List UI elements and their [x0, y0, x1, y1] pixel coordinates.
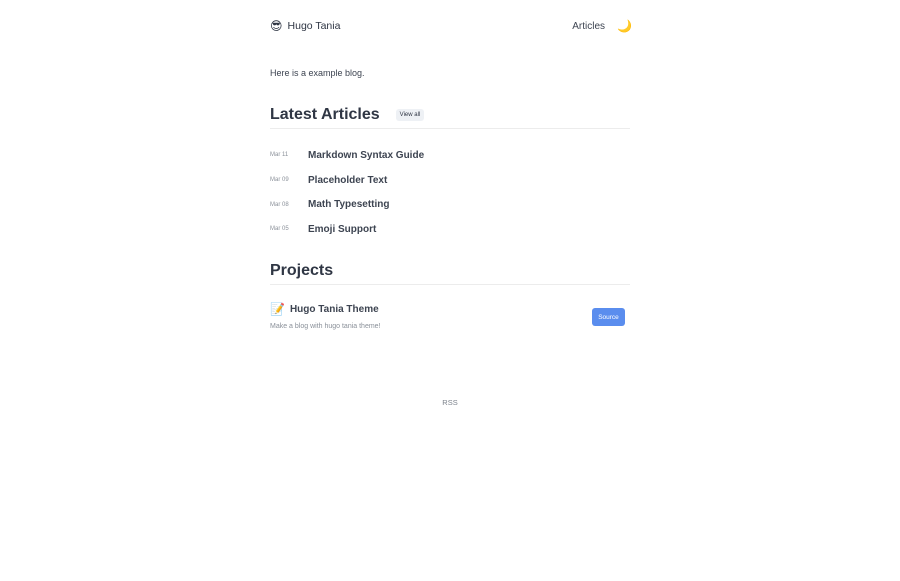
- article-link[interactable]: Placeholder Text: [308, 175, 387, 186]
- article-link[interactable]: Math Typesetting: [308, 199, 389, 210]
- list-item: Mar 09 Placeholder Text: [270, 168, 630, 193]
- article-date: Mar 11: [270, 152, 289, 159]
- project-title: Hugo Tania Theme: [289, 303, 379, 315]
- sunglasses-face-icon: 😎: [270, 19, 283, 33]
- rss-link[interactable]: RSS: [0, 398, 900, 407]
- projects-header: Projects: [270, 262, 630, 285]
- article-date: Mar 05: [270, 226, 289, 233]
- article-list: Mar 11 Markdown Syntax Guide Mar 09 Plac…: [270, 143, 630, 242]
- list-item: Mar 11 Markdown Syntax Guide: [270, 143, 630, 168]
- article-link[interactable]: Markdown Syntax Guide: [308, 150, 424, 161]
- article-date: Mar 09: [270, 177, 289, 184]
- intro-text: Here is a example blog.: [270, 68, 365, 78]
- projects-title: Projects: [270, 262, 334, 279]
- nav-articles-link[interactable]: Articles: [572, 21, 605, 32]
- top-nav: Articles 🌙: [572, 20, 632, 32]
- site-header: 😎 Hugo Tania Articles 🌙: [270, 16, 632, 36]
- list-item: Mar 05 Emoji Support: [270, 217, 630, 242]
- moon-icon[interactable]: 🌙: [617, 20, 632, 32]
- view-all-button[interactable]: View all: [395, 109, 425, 121]
- article-link[interactable]: Emoji Support: [308, 224, 376, 235]
- latest-articles-title: Latest Articles: [270, 106, 380, 123]
- page: 😎 Hugo Tania Articles 🌙 Here is a exampl…: [0, 0, 900, 581]
- latest-articles-header: Latest Articles View all: [270, 106, 630, 129]
- list-item: Mar 08 Math Typesetting: [270, 192, 630, 217]
- project-title-row: 📝 Hugo Tania Theme: [270, 303, 630, 315]
- project-card: 📝 Hugo Tania Theme Make a blog with hugo…: [270, 303, 630, 337]
- article-date: Mar 08: [270, 201, 289, 208]
- project-description: Make a blog with hugo tania theme!: [270, 323, 381, 330]
- site-title: Hugo Tania: [287, 20, 341, 32]
- memo-icon: 📝: [270, 302, 285, 316]
- source-button[interactable]: Source: [592, 308, 625, 326]
- brand-link[interactable]: 😎 Hugo Tania: [270, 20, 340, 32]
